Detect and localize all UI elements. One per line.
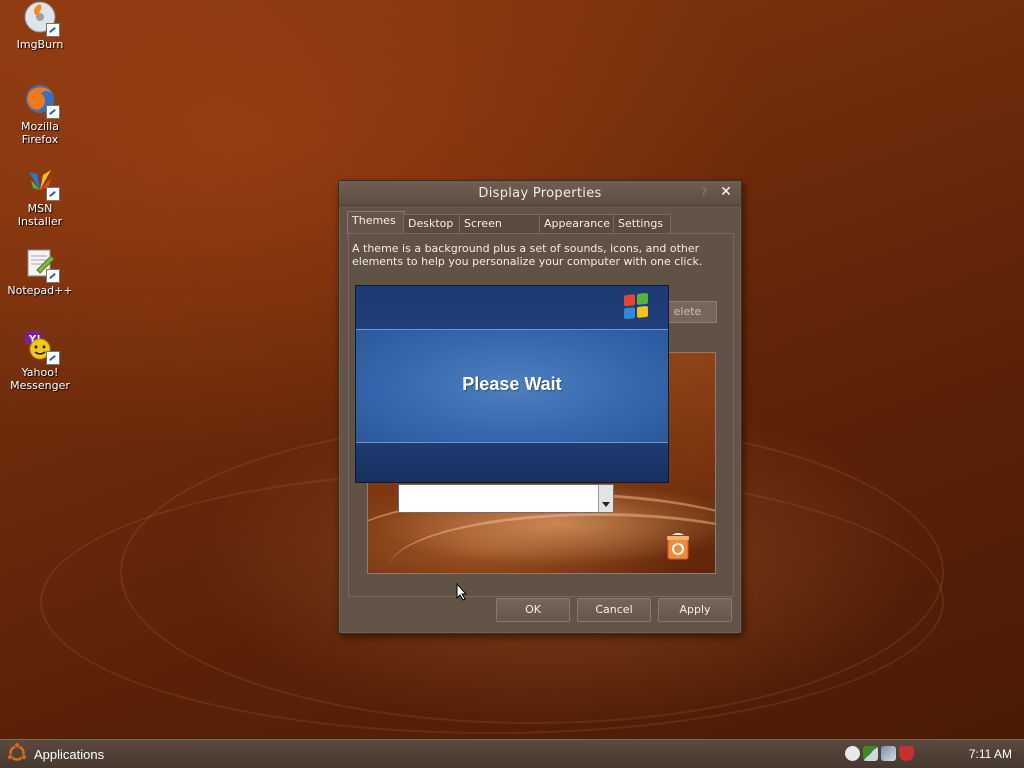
desktop-icon-label: Mozilla Firefox [21, 120, 59, 146]
desktop-icon-label: Notepad++ [7, 284, 73, 297]
network-tray-icon[interactable] [863, 746, 878, 761]
recycle-bin-icon [666, 533, 690, 561]
update-tray-icon[interactable] [881, 746, 896, 761]
desktop-icon-notepadpp[interactable]: Notepad++ [2, 246, 78, 297]
desktop-icon-label: ImgBurn [16, 38, 64, 51]
preview-scrollbar [598, 485, 613, 512]
desktop-icon-firefox[interactable]: Mozilla Firefox [2, 82, 78, 146]
apply-button[interactable]: Apply [658, 598, 732, 622]
dialog-title: Display Properties [478, 186, 602, 201]
notepadpp-icon [23, 246, 60, 283]
imgburn-icon [23, 0, 60, 37]
taskbar: Applications 7:11 AM [0, 739, 1024, 768]
applications-menu-button[interactable]: Applications [6, 741, 105, 767]
taskbar-clock[interactable]: 7:11 AM [969, 747, 1012, 761]
chevron-down-icon [602, 502, 610, 507]
firefox-icon [23, 82, 60, 119]
tab-themes[interactable]: Themes [347, 211, 405, 234]
desktop-icon-label: MSN Installer [17, 202, 63, 228]
wait-header-band [356, 286, 668, 329]
tab-settings[interactable]: Settings [613, 214, 671, 233]
tab-screen-saver[interactable]: Screen Saver [459, 214, 541, 247]
desktop-icon-yahoo-messenger[interactable]: Y! Yahoo! Messenger [2, 328, 78, 392]
desktop-icon-label: Yahoo! Messenger [10, 366, 70, 392]
tab-appearance[interactable]: Appearance [539, 214, 615, 233]
preview-window [398, 484, 614, 513]
help-button[interactable]: ? [701, 186, 707, 199]
please-wait-message: Please Wait [462, 374, 562, 394]
themes-description: A theme is a background plus a set of so… [352, 242, 703, 268]
desktop-icon-imgburn[interactable]: ImgBurn [2, 0, 78, 51]
applications-label: Applications [34, 746, 105, 762]
messenger-tray-icon[interactable] [845, 746, 860, 761]
security-shield-icon[interactable] [899, 746, 914, 761]
ubuntu-logo-icon [6, 741, 28, 767]
close-icon[interactable]: ✕ [719, 185, 733, 199]
mouse-pointer-icon [456, 582, 468, 601]
system-tray [845, 746, 914, 761]
windows-logo-icon [624, 292, 650, 322]
wait-footer-band [356, 443, 668, 482]
ok-button[interactable]: OK [496, 598, 570, 622]
msn-butterfly-icon [23, 164, 60, 201]
dialog-titlebar[interactable]: Display Properties ? ✕ [339, 181, 741, 206]
yahoo-messenger-icon: Y! [23, 328, 60, 365]
cancel-button[interactable]: Cancel [577, 598, 651, 622]
tab-desktop[interactable]: Desktop [403, 214, 461, 233]
desktop-icon-msn-installer[interactable]: MSN Installer [2, 164, 78, 228]
please-wait-overlay: Please Wait [355, 285, 669, 483]
